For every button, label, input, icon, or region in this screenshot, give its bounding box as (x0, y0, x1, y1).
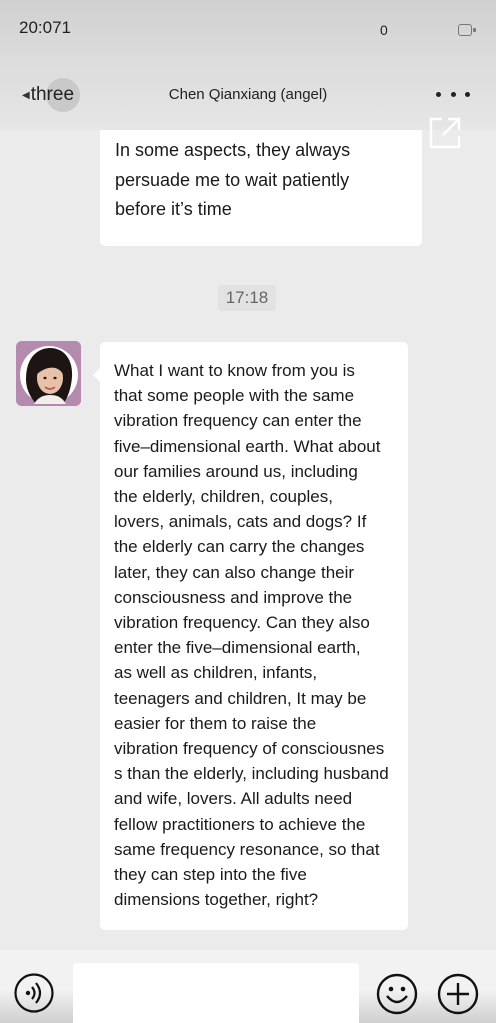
message-line: the elderly can carry the changes (114, 537, 365, 557)
chat-header: ◀ three Chen Qianxiang (angel) (0, 60, 496, 130)
dot (465, 91, 470, 97)
message-line: persuade me to wait patiently (115, 169, 350, 190)
message-line: teenagers and children, It may be (114, 688, 367, 708)
emoji-icon[interactable] (376, 973, 418, 1015)
message-line: same frequency resonance, so that (114, 839, 380, 859)
chat-title: Chen Qianxiang (angel) (168, 86, 328, 103)
status-bar: 20:071 0 (0, 0, 496, 60)
open-external-glyph (429, 117, 461, 149)
message-line: dimensions together, right? (114, 890, 319, 910)
voice-icon[interactable] (14, 973, 54, 1013)
chat-screen: 20:071 0 ◀ three Chen Qianxiang (angel) … (0, 0, 496, 1023)
message-bubble[interactable]: What I want to know from you is that som… (93, 342, 408, 930)
message-line: What I want to know from you is (114, 361, 355, 380)
message-line: that some people with the same (114, 386, 355, 406)
avatar-image (16, 341, 81, 406)
avatar[interactable] (16, 341, 81, 406)
message-input[interactable] (73, 963, 359, 1023)
message-line: vibration frequency can enter the (114, 411, 362, 431)
message-line: they can step into the five (114, 865, 307, 885)
input-bar (0, 950, 496, 1023)
message-line: before it’s time (115, 199, 232, 219)
battery-icon (458, 24, 476, 36)
message-line: In some aspects, they always (115, 140, 351, 160)
message-line: and wife, lovers. All adults need (114, 789, 353, 809)
status-time: 20:071 (19, 18, 71, 37)
message-timestamp: 17:18 (218, 285, 276, 311)
message-line: easier for them to raise the (114, 713, 317, 733)
plus-icon[interactable] (437, 973, 479, 1015)
emoji-glyph (376, 973, 418, 1015)
message-line: fellow practitioners to achieve the (114, 814, 366, 834)
message-line: as well as children, infants, (114, 663, 318, 683)
message-line: s than the elderly, including husband (114, 764, 389, 784)
message-line: the elderly, children, couples, (114, 487, 333, 507)
voice-glyph (14, 973, 54, 1013)
open-external-icon[interactable] (428, 116, 462, 150)
more-dots-icon[interactable] (436, 82, 470, 106)
status-indicator: 0 (380, 22, 388, 38)
message-line: five–dimensional earth. What about (114, 436, 381, 456)
message-line: vibration frequency. Can they also (114, 613, 370, 633)
message-line: enter the five–dimensional earth, (114, 638, 361, 658)
message-line: later, they can also change their (114, 562, 355, 582)
message-bubble[interactable]: In some aspects, they always persuade me… (100, 130, 422, 246)
message-line: our families around us, including (114, 461, 358, 481)
message-line: lovers, animals, cats and dogs? If (114, 512, 367, 532)
message-list[interactable]: In some aspects, they always persuade me… (0, 130, 496, 950)
dot (436, 91, 441, 97)
message-line: consciousness and improve the (114, 587, 353, 607)
plus-glyph (437, 973, 479, 1015)
message-line: vibration frequency of consciousnes (114, 739, 385, 759)
dot (450, 91, 456, 97)
